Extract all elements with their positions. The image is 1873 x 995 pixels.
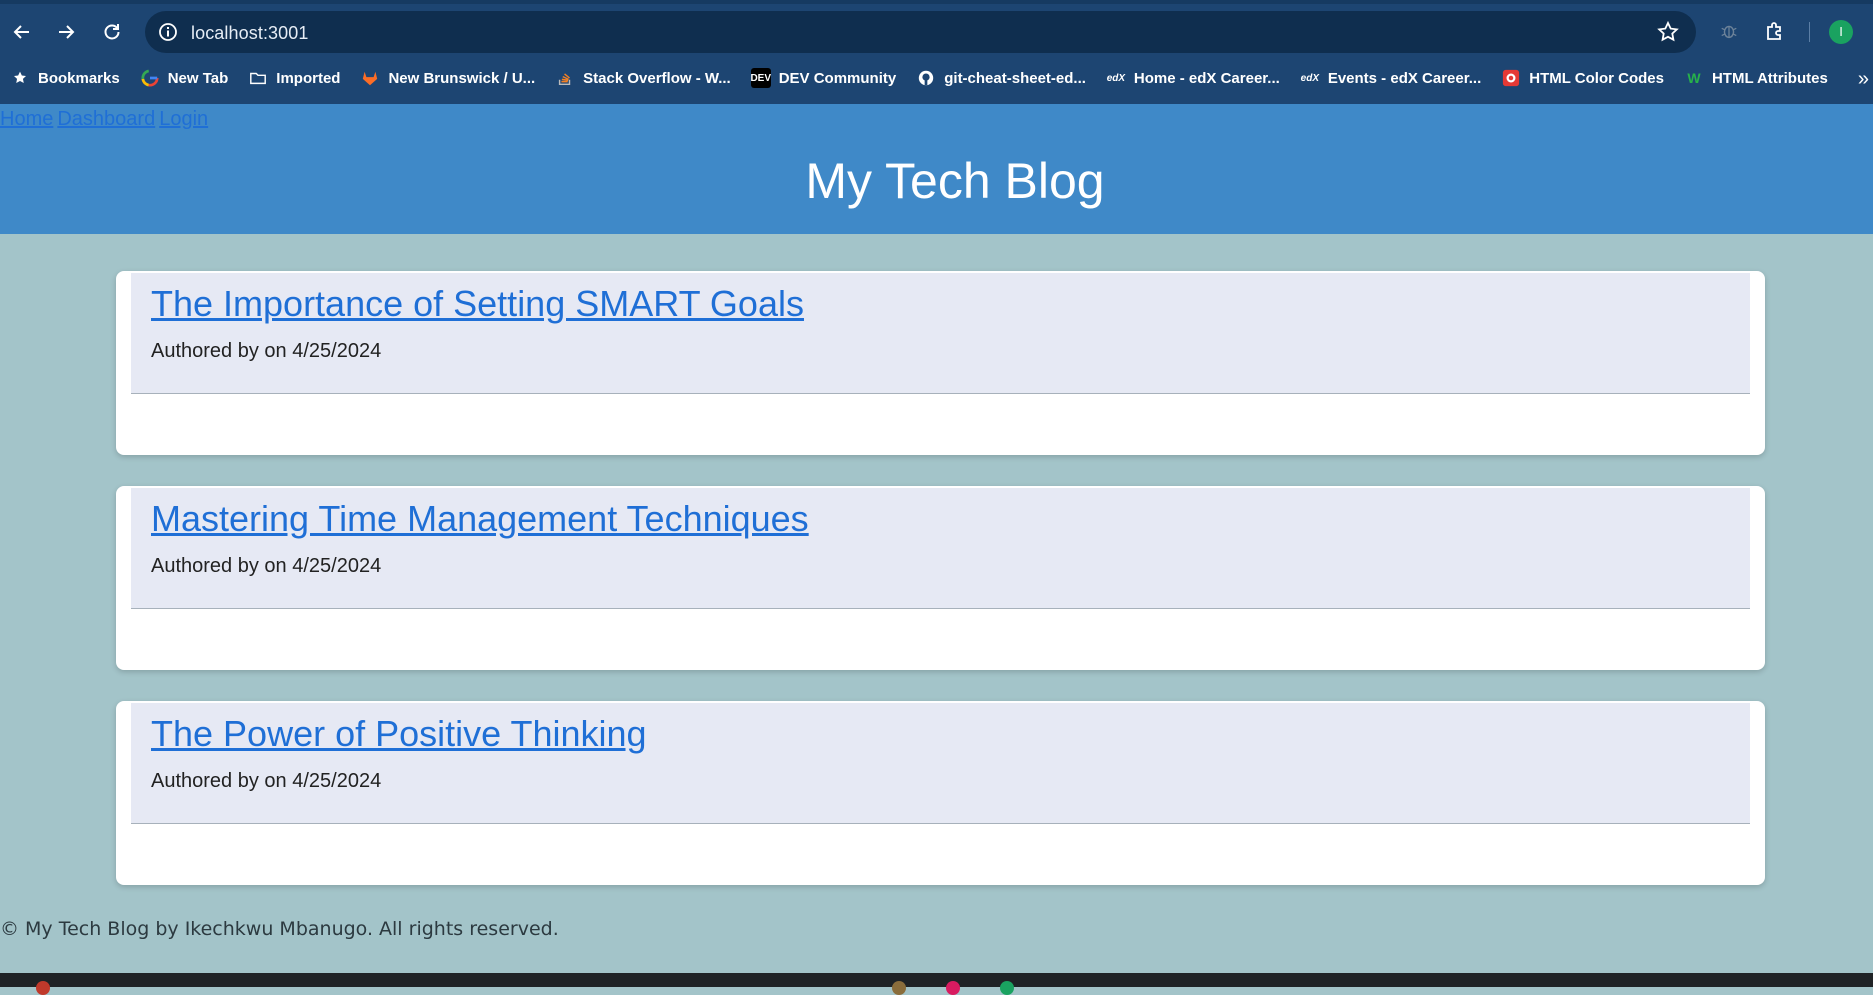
post-meta: Authored by on 4/25/2024 <box>151 340 382 362</box>
nav-login-link[interactable]: Login <box>159 108 208 130</box>
bookmark-label: Imported <box>276 69 341 87</box>
site-footer: © My Tech Blog by Ikechkwu Mbanugo. All … <box>0 918 559 940</box>
bookmark-label: DEV Community <box>778 69 897 87</box>
site-header: Home Dashboard Login My Tech Blog <box>0 104 1873 234</box>
post-title-link[interactable]: Mastering Time Management Techniques <box>151 498 809 540</box>
arrow-right-icon <box>59 25 75 39</box>
bookmark-edx-events[interactable]: edX Events - edX Career... <box>1300 68 1482 88</box>
taskbar-app-icon[interactable] <box>1000 981 1014 995</box>
taskbar-app-icon[interactable] <box>892 981 906 995</box>
bookmark-label: Bookmarks <box>38 69 120 87</box>
main-nav: Home Dashboard Login <box>0 108 212 131</box>
bookmark-html-attributes[interactable]: W HTML Attributes <box>1684 68 1828 88</box>
w-icon: W <box>1687 70 1701 86</box>
bookmark-git-cheat-sheet[interactable]: git-cheat-sheet-ed... <box>916 68 1086 88</box>
taskbar-app-icon[interactable] <box>946 981 960 995</box>
post-card: Mastering Time Management Techniques Aut… <box>116 486 1765 670</box>
browser-toolbar: localhost:3001 I Bookmarks New Tab Impor… <box>0 0 1873 104</box>
arrow-left-icon <box>13 25 29 39</box>
github-icon <box>916 68 936 88</box>
tab-strip-edge <box>0 0 1873 4</box>
bookmark-dev-community[interactable]: DEV DEV Community <box>750 68 897 88</box>
bookmark-label: git-cheat-sheet-ed... <box>944 69 1086 87</box>
dev-icon: DEV <box>750 68 771 88</box>
star-icon <box>10 68 30 88</box>
bookmark-star-icon[interactable] <box>1656 20 1680 44</box>
bookmark-label: Home - edX Career... <box>1133 69 1280 87</box>
bookmarks-overflow-button[interactable]: » <box>1858 68 1869 91</box>
address-bar[interactable]: localhost:3001 <box>145 11 1696 53</box>
back-button[interactable] <box>6 16 38 48</box>
bookmark-label: New Brunswick / U... <box>388 69 536 87</box>
taskbar-app-icon[interactable] <box>36 981 50 995</box>
reload-icon <box>104 24 120 40</box>
post-card: The Power of Positive Thinking Authored … <box>116 701 1765 885</box>
extension-bug-icon[interactable] <box>1716 18 1742 44</box>
bookmark-label: HTML Color Codes <box>1529 69 1664 87</box>
post-title-link[interactable]: The Power of Positive Thinking <box>151 713 647 755</box>
bookmark-label: Stack Overflow - W... <box>583 69 731 87</box>
post-meta: Authored by on 4/25/2024 <box>151 770 382 792</box>
post-meta: Authored by on 4/25/2024 <box>151 555 382 577</box>
edx-icon: edX <box>1106 72 1126 84</box>
folder-icon <box>248 68 268 88</box>
profile-avatar[interactable]: I <box>1829 20 1853 44</box>
bookmark-label: Events - edX Career... <box>1327 69 1482 87</box>
os-taskbar <box>0 973 1873 995</box>
nav-home-link[interactable]: Home <box>0 108 53 130</box>
bookmark-imported[interactable]: Imported <box>248 68 340 88</box>
forward-button[interactable] <box>50 16 82 48</box>
stackoverflow-icon <box>555 68 575 88</box>
reload-button[interactable] <box>96 16 128 48</box>
extensions-puzzle-icon[interactable] <box>1762 18 1788 44</box>
bookmark-label: HTML Attributes <box>1711 69 1828 87</box>
bookmark-label: New Tab <box>167 69 229 87</box>
post-title-link[interactable]: The Importance of Setting SMART Goals <box>151 283 804 325</box>
bookmark-new-tab[interactable]: New Tab <box>140 68 229 88</box>
bookmarks-bar: Bookmarks New Tab Imported New Brunswick… <box>0 62 1873 94</box>
google-icon <box>140 68 160 88</box>
post-card-header: The Importance of Setting SMART Goals Au… <box>131 273 1750 394</box>
bookmark-stack-overflow[interactable]: Stack Overflow - W... <box>555 68 731 88</box>
bookmark-edx-home[interactable]: edX Home - edX Career... <box>1106 68 1280 88</box>
post-card: The Importance of Setting SMART Goals Au… <box>116 271 1765 455</box>
edx-icon: edX <box>1300 72 1319 84</box>
gitlab-icon <box>360 68 380 88</box>
nav-dashboard-link[interactable]: Dashboard <box>57 108 155 130</box>
post-card-header: Mastering Time Management Techniques Aut… <box>131 488 1750 609</box>
toolbar-divider <box>1809 22 1810 42</box>
site-title: My Tech Blog <box>805 153 1105 209</box>
bookmark-new-brunswick[interactable]: New Brunswick / U... <box>360 68 535 88</box>
info-icon[interactable] <box>157 21 179 43</box>
post-card-header: The Power of Positive Thinking Authored … <box>131 703 1750 824</box>
bookmark-bookmarks[interactable]: Bookmarks <box>10 68 120 88</box>
bookmark-html-color-codes[interactable]: HTML Color Codes <box>1501 68 1664 88</box>
htmlcolorcodes-icon <box>1501 68 1521 88</box>
url-text[interactable]: localhost:3001 <box>191 23 309 44</box>
